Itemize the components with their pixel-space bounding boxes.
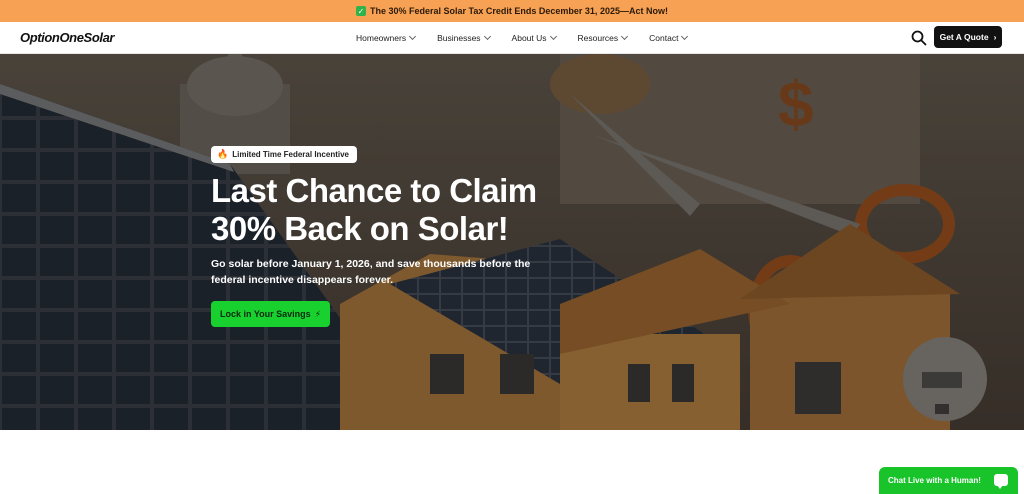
page-content-below-hero [0,430,1024,494]
lock-in-savings-button[interactable]: Lock in Your Savings ⚡ [211,301,330,327]
chevron-down-icon [409,32,417,41]
chevron-right-icon: › [993,32,997,42]
get-a-quote-button[interactable]: Get A Quote › [934,26,1002,48]
nav-item-homeowners[interactable]: Homeowners [356,32,417,43]
site-logo[interactable]: OptionOneSolar [20,30,114,45]
announcement-banner[interactable]: ✓ The 30% Federal Solar Tax Credit Ends … [0,0,1024,22]
chat-bubble-icon [994,474,1008,489]
lightning-icon: ⚡ [314,308,322,319]
search-icon[interactable] [911,30,927,46]
main-navigation: OptionOneSolar Homeowners Businesses Abo… [0,22,1024,54]
banner-text: The 30% Federal Solar Tax Credit Ends De… [370,6,668,16]
live-chat-button[interactable]: Chat Live with a Human! [879,467,1018,494]
chevron-down-icon [621,32,629,41]
limited-time-badge: 🔥 Limited Time Federal Incentive [211,146,357,163]
nav-item-businesses[interactable]: Businesses [437,32,491,43]
nav-menu: Homeowners Businesses About Us Resources… [356,22,689,54]
hero-headline: Last Chance to Claim 30% Back on Solar! [211,172,537,247]
nav-item-resources[interactable]: Resources [578,32,629,43]
check-box-icon: ✓ [356,6,367,16]
hero-section: $ 🔥 Limited Time Federal Incentive Last … [0,54,1024,430]
hero-subtext: Go solar before January 1, 2026, and sav… [211,258,531,286]
chevron-down-icon [549,32,557,41]
flame-icon: 🔥 [217,149,229,159]
chevron-down-icon [681,32,689,41]
nav-item-contact[interactable]: Contact [649,32,689,43]
chevron-down-icon [483,32,491,41]
nav-item-about-us[interactable]: About Us [512,32,557,43]
